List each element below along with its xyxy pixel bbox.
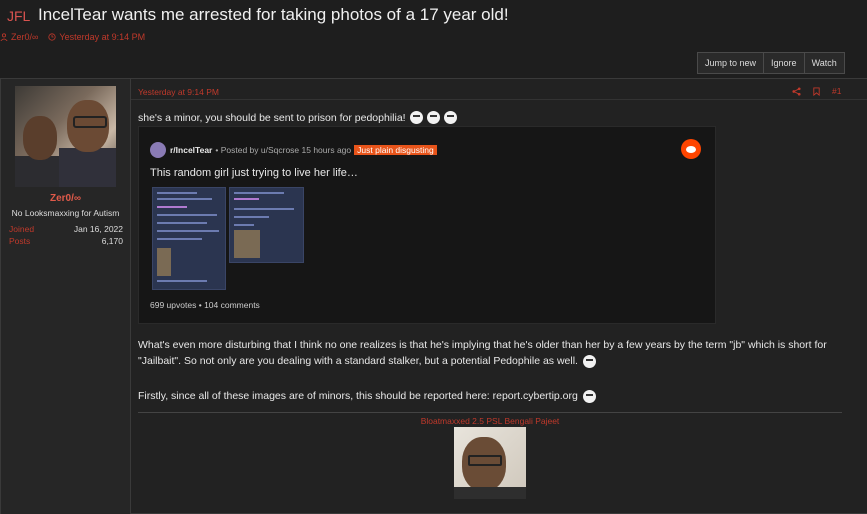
- jump-to-new-button[interactable]: Jump to new: [697, 52, 765, 74]
- thread-author[interactable]: Zer0/∞: [0, 32, 38, 42]
- skull-emoji-icon: [426, 111, 440, 124]
- watch-button[interactable]: Watch: [804, 52, 845, 74]
- embed-header: r/IncelTear • Posted by u/Sqcrose 15 hou…: [170, 145, 437, 155]
- skull-emoji-icon: [582, 354, 596, 368]
- embed-stats: 699 upvotes • 104 comments: [150, 300, 260, 310]
- user-icon: [0, 33, 8, 41]
- share-icon[interactable]: [792, 86, 801, 96]
- thread-title: IncelTear wants me arrested for taking p…: [38, 5, 509, 24]
- embed-post-title[interactable]: This random girl just trying to live her…: [150, 167, 358, 179]
- stats-separator: •: [198, 300, 202, 310]
- joined-label: Joined: [9, 224, 35, 234]
- thread-author-name: Zer0/∞: [11, 32, 39, 42]
- user-title: No Looksmaxxing for Autism: [11, 208, 120, 218]
- reddit-logo-icon: [681, 139, 701, 159]
- signature-text: Bloatmaxxed 2.5 PSL Bengali Pajeet: [420, 416, 560, 426]
- post-paragraph-2: What's even more disturbing that I think…: [138, 337, 838, 369]
- comment-count[interactable]: 104 comments: [204, 300, 260, 310]
- embed-image-1[interactable]: [152, 187, 226, 290]
- post-actions: #1: [792, 86, 841, 96]
- ignore-button[interactable]: Ignore: [764, 52, 805, 74]
- avatar[interactable]: [15, 86, 116, 187]
- post-first-line: she's a minor, you should be sent to pri…: [138, 111, 457, 124]
- subreddit-name[interactable]: r/IncelTear: [170, 145, 212, 155]
- thread-time-text: Yesterday at 9:14 PM: [59, 32, 146, 42]
- thread-time[interactable]: Yesterday at 9:14 PM: [48, 32, 145, 42]
- post-line1-text: she's a minor, you should be sent to pri…: [138, 111, 406, 124]
- signature-divider: [138, 412, 842, 413]
- clock-icon: [48, 33, 57, 41]
- post-paragraph-2-text: What's even more disturbing that I think…: [138, 339, 827, 367]
- post-flair: Just plain disgusting: [354, 145, 437, 155]
- posts-value[interactable]: 6,170: [102, 236, 123, 246]
- post-number[interactable]: #1: [832, 86, 841, 96]
- thread-meta: Zer0/∞ Yesterday at 9:14 PM: [0, 32, 151, 42]
- joined-value: Jan 16, 2022: [73, 224, 123, 234]
- skull-emoji-icon: [582, 389, 596, 403]
- post-date[interactable]: Yesterday at 9:14 PM: [138, 87, 219, 97]
- posted-by: • Posted by u/Sqcrose 15 hours ago: [215, 145, 352, 155]
- post-header-divider: [131, 99, 867, 100]
- embed-image-2[interactable]: [229, 187, 304, 263]
- signature-image: [454, 427, 526, 499]
- posts-label: Posts: [9, 236, 31, 246]
- username[interactable]: Zer0/∞: [1, 193, 130, 204]
- skull-emoji-icon: [443, 111, 457, 124]
- upvote-count: 699 upvotes: [150, 300, 197, 310]
- post-paragraph-3: Firstly, since all of these images are o…: [138, 388, 838, 404]
- thread-prefix[interactable]: JFL: [7, 8, 30, 24]
- subreddit-icon: [150, 142, 166, 158]
- thread-actions: Jump to new Ignore Watch: [697, 52, 845, 74]
- skull-emoji-icon: [409, 111, 423, 124]
- bookmark-icon[interactable]: [812, 86, 821, 96]
- post-paragraph-3-text: Firstly, since all of these images are o…: [138, 390, 578, 402]
